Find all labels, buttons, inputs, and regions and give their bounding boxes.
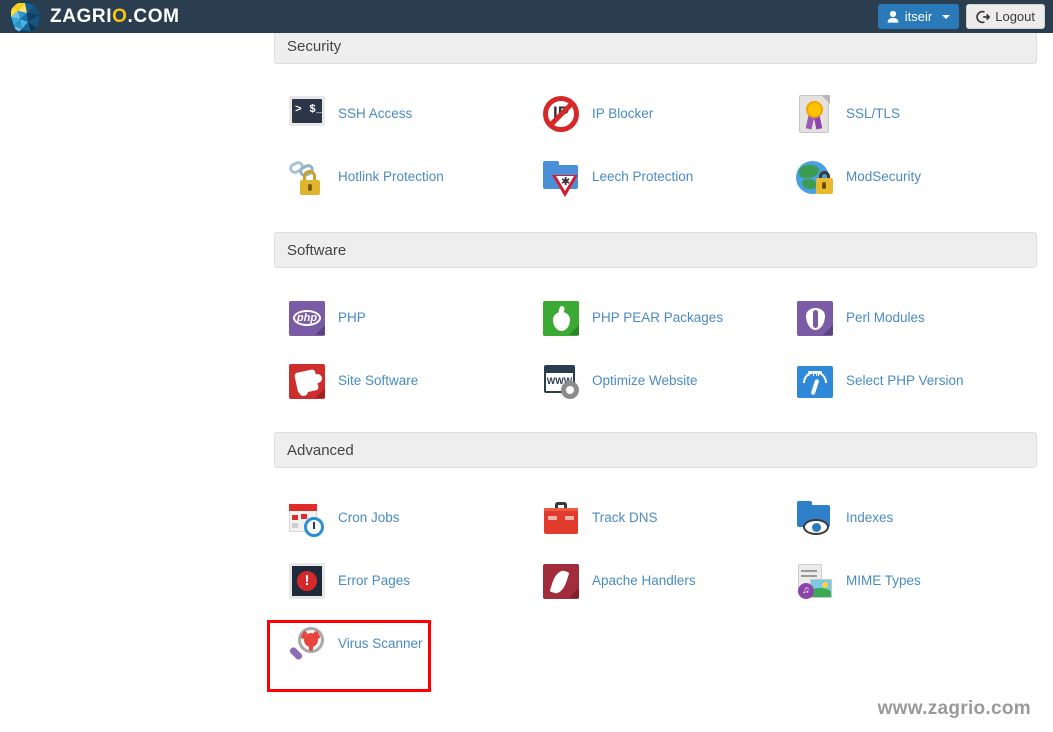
section-software: Software php PHP PHP PEAR Packages	[274, 232, 1037, 412]
tile-ip-blocker[interactable]: IP IP Blocker	[528, 82, 782, 145]
perl-onion-icon	[794, 297, 836, 339]
tile-label: Virus Scanner	[338, 636, 423, 651]
cron-calendar-clock-icon	[286, 497, 328, 539]
section-header-security: Security	[274, 28, 1037, 64]
tile-label: Hotlink Protection	[338, 169, 444, 184]
tile-ssh-access[interactable]: > $_ SSH Access	[274, 82, 528, 145]
indexes-folder-eye-icon	[794, 497, 836, 539]
tile-php-pear-packages[interactable]: PHP PEAR Packages	[528, 286, 782, 349]
brand-suffix: .COM	[128, 6, 180, 27]
tile-label: SSH Access	[338, 106, 412, 121]
tile-indexes[interactable]: Indexes	[782, 486, 1036, 549]
tile-label: Cron Jobs	[338, 510, 400, 525]
brand-o: O	[112, 6, 127, 27]
php-pear-icon	[540, 297, 582, 339]
tile-apache-handlers[interactable]: Apache Handlers	[528, 549, 782, 612]
error-pages-icon: !	[286, 560, 328, 602]
tile-site-software[interactable]: Site Software	[274, 349, 528, 412]
tile-label: Track DNS	[592, 510, 658, 525]
tile-modsecurity[interactable]: ModSecurity	[782, 145, 1036, 208]
tile-label: PHP PEAR Packages	[592, 310, 723, 325]
tile-grid-security: > $_ SSH Access IP IP Blocker SSL/TL	[274, 64, 1037, 208]
section-security: Security > $_ SSH Access IP IP Blocker	[274, 28, 1037, 208]
navbar-right-controls: itseir Logout	[878, 4, 1053, 29]
tile-grid-advanced: Cron Jobs Track DNS Indexes !	[274, 468, 1037, 675]
tile-label: Indexes	[846, 510, 893, 525]
tile-optimize-website[interactable]: WWW Optimize Website	[528, 349, 782, 412]
tile-php[interactable]: php PHP	[274, 286, 528, 349]
track-dns-toolbox-icon	[540, 497, 582, 539]
main-content: Security > $_ SSH Access IP IP Blocker	[274, 28, 1037, 675]
section-header-advanced: Advanced	[274, 432, 1037, 468]
tile-mime-types[interactable]: ♫ MIME Types	[782, 549, 1036, 612]
section-title-security: Security	[287, 38, 341, 55]
tile-label: Error Pages	[338, 573, 410, 588]
tile-hotlink-protection[interactable]: Hotlink Protection	[274, 145, 528, 208]
logout-button[interactable]: Logout	[966, 4, 1045, 29]
ssl-certificate-icon	[794, 93, 836, 135]
tile-label: Optimize Website	[592, 373, 698, 388]
tile-grid-software: php PHP PHP PEAR Packages Perl Modules	[274, 268, 1037, 412]
watermark: www.zagrio.com	[878, 698, 1031, 720]
section-header-software: Software	[274, 232, 1037, 268]
modsecurity-globe-lock-icon	[794, 156, 836, 198]
leech-folder-warning-icon: ✱	[540, 156, 582, 198]
ip-blocker-icon: IP	[540, 93, 582, 135]
mime-types-icon: ♫	[794, 560, 836, 602]
section-advanced: Advanced Cron Jobs Track DNS	[274, 432, 1037, 675]
user-menu-label: itseir	[905, 9, 932, 24]
tile-label: SSL/TLS	[846, 106, 900, 121]
tile-label: PHP	[338, 310, 366, 325]
tile-label: Select PHP Version	[846, 373, 964, 388]
tile-cron-jobs[interactable]: Cron Jobs	[274, 486, 528, 549]
tile-label: Leech Protection	[592, 169, 693, 184]
tile-error-pages[interactable]: ! Error Pages	[274, 549, 528, 612]
tile-perl-modules[interactable]: Perl Modules	[782, 286, 1036, 349]
logout-label: Logout	[995, 9, 1035, 24]
section-title-software: Software	[287, 242, 346, 259]
tile-virus-scanner[interactable]: Virus Scanner	[274, 612, 528, 675]
tile-label: IP Blocker	[592, 106, 653, 121]
ssh-terminal-icon: > $_	[286, 93, 328, 135]
hotlink-chain-lock-icon	[286, 156, 328, 198]
brand-title: ZAGRIO.COM	[50, 6, 180, 28]
optimize-website-icon: WWW	[540, 360, 582, 402]
brand-prefix: ZAGRI	[50, 6, 112, 27]
tile-label: Apache Handlers	[592, 573, 696, 588]
virus-scanner-icon	[286, 623, 328, 665]
top-navbar: ZAGRIO.COM itseir Logout	[0, 0, 1053, 33]
tile-label: Site Software	[338, 373, 418, 388]
zagrio-mosaic-logo-icon	[9, 1, 41, 33]
tile-label: MIME Types	[846, 573, 921, 588]
tile-select-php-version[interactable]: PHP Select PHP Version	[782, 349, 1036, 412]
tile-ssl-tls[interactable]: SSL/TLS	[782, 82, 1036, 145]
logout-icon	[976, 10, 990, 24]
caret-down-icon	[942, 15, 950, 19]
apache-feather-icon	[540, 560, 582, 602]
site-software-puzzle-icon	[286, 360, 328, 402]
select-php-version-gauge-icon: PHP	[794, 360, 836, 402]
brand[interactable]: ZAGRIO.COM	[0, 1, 180, 33]
user-icon	[887, 10, 899, 23]
section-title-advanced: Advanced	[287, 442, 354, 459]
user-menu-button[interactable]: itseir	[878, 4, 959, 29]
tile-label: Perl Modules	[846, 310, 925, 325]
php-icon: php	[286, 297, 328, 339]
tile-track-dns[interactable]: Track DNS	[528, 486, 782, 549]
tile-label: ModSecurity	[846, 169, 921, 184]
tile-leech-protection[interactable]: ✱ Leech Protection	[528, 145, 782, 208]
